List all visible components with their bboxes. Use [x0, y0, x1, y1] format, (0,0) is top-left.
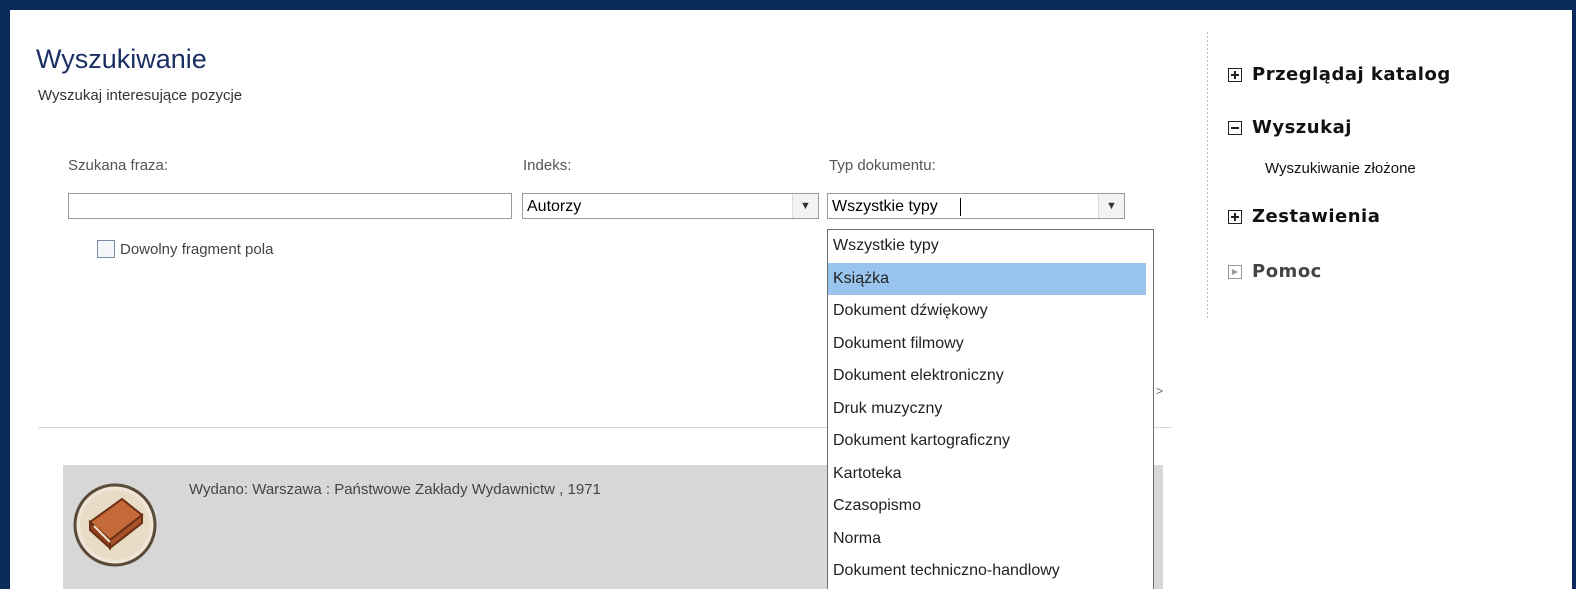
phrase-label: Szukana fraza:: [68, 157, 169, 174]
collapse-minus-icon[interactable]: [1228, 120, 1242, 135]
any-fragment-label: Dowolny fragment pola: [120, 240, 274, 258]
sidebar-item-label: Pomoc: [1252, 261, 1322, 282]
index-select-value: Autorzy: [527, 198, 582, 215]
book-icon: [73, 483, 157, 567]
index-select[interactable]: Autorzy ▼: [522, 193, 819, 219]
page-subtitle: Wyszukaj interesujące pozycje: [38, 87, 243, 104]
sidebar-subitem-advanced-search[interactable]: Wyszukiwanie złożone: [1265, 160, 1416, 177]
sidebar-item-label: Zestawienia: [1252, 206, 1381, 227]
chevron-down-icon[interactable]: ▼: [1098, 194, 1124, 218]
dropdown-option[interactable]: Druk muzyczny: [828, 393, 1146, 426]
dropdown-option[interactable]: Dokument techniczno-handlowy: [828, 555, 1146, 588]
any-fragment-checkbox[interactable]: [97, 240, 115, 258]
dropdown-option[interactable]: Dokument kartograficzny: [828, 425, 1146, 458]
text-caret: [960, 198, 961, 216]
index-label: Indeks:: [523, 157, 572, 174]
stray-glyph: >: [1156, 384, 1164, 398]
sidebar-divider: [1207, 32, 1208, 318]
sidebar-item-reports[interactable]: Zestawienia: [1228, 206, 1380, 227]
sidebar-item-search[interactable]: Wyszukaj: [1228, 117, 1352, 138]
dropdown-option[interactable]: Dokument elektroniczny: [828, 360, 1146, 393]
any-fragment-option[interactable]: Dowolny fragment pola: [97, 240, 273, 258]
doctype-select-value: Wszystkie typy: [832, 198, 938, 215]
dropdown-option[interactable]: Czasopismo: [828, 490, 1146, 523]
expand-plus-icon[interactable]: [1228, 209, 1242, 224]
doctype-dropdown-list[interactable]: Wszystkie typy Książka Dokument dźwiękow…: [827, 229, 1154, 589]
arrow-box-icon[interactable]: [1228, 264, 1242, 279]
dropdown-option[interactable]: Wszystkie typy: [828, 230, 1146, 263]
page-title: Wyszukiwanie: [36, 44, 207, 74]
doctype-label: Typ dokumentu:: [829, 157, 936, 174]
chevron-down-icon[interactable]: ▼: [792, 194, 818, 218]
sidebar-item-label: Przeglądaj katalog: [1252, 64, 1451, 85]
doctype-select[interactable]: Wszystkie typy ▼: [827, 193, 1125, 219]
dropdown-option[interactable]: Norma: [828, 523, 1146, 556]
sidebar-item-label: Wyszukaj: [1252, 117, 1352, 138]
dropdown-option-highlighted[interactable]: Książka: [828, 262, 1146, 295]
dropdown-option[interactable]: Kartoteka: [828, 458, 1146, 491]
expand-plus-icon[interactable]: [1228, 67, 1242, 82]
sidebar-item-browse-catalog[interactable]: Przeglądaj katalog: [1228, 64, 1451, 85]
dropdown-option[interactable]: Dokument dźwiękowy: [828, 295, 1146, 328]
sidebar-item-help[interactable]: Pomoc: [1228, 261, 1322, 282]
result-publication-info: Wydano: Warszawa : Państwowe Zakłady Wyd…: [189, 481, 601, 498]
search-phrase-input[interactable]: [68, 193, 512, 219]
dropdown-option[interactable]: Dokument filmowy: [828, 328, 1146, 361]
